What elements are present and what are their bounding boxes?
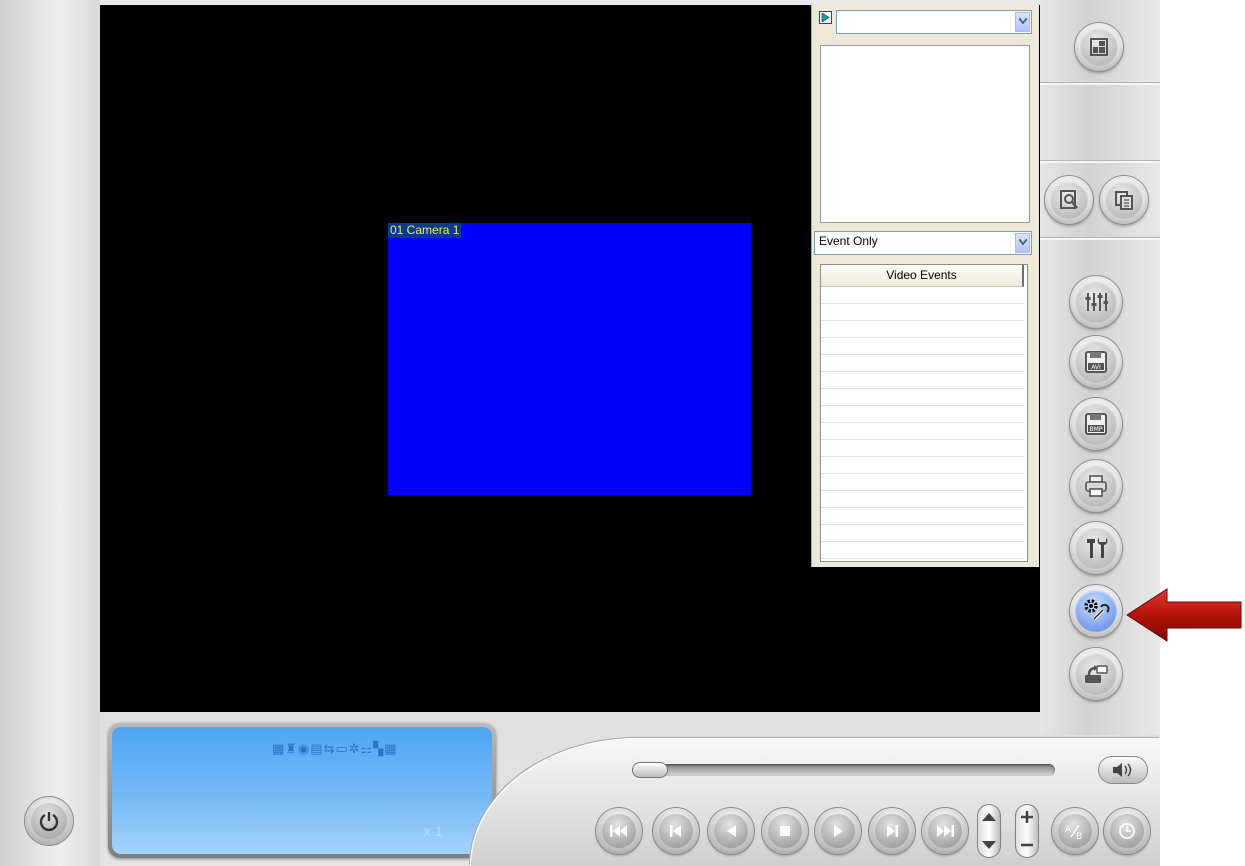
adjust-button[interactable] [1070, 276, 1122, 328]
toolbar-divider [1040, 237, 1160, 240]
settings-button[interactable] [1070, 585, 1122, 637]
sliders-icon [1085, 293, 1108, 311]
status-display: ▦♜◉▤⇆▭✲⚏▚▦ x 1 [108, 723, 496, 858]
source-combo[interactable] [836, 10, 1032, 34]
copy-icon [1115, 191, 1133, 210]
print-icon [1085, 475, 1107, 497]
gear-wrench-icon [1084, 599, 1110, 621]
ab-repeat-button[interactable]: AB [1052, 808, 1098, 854]
skip-last-icon [937, 825, 954, 837]
reverse-play-button[interactable] [708, 808, 754, 854]
stop-icon [780, 826, 790, 836]
step-back-icon [670, 825, 681, 837]
export-icon [1085, 665, 1108, 683]
toolbar-divider [1040, 160, 1160, 163]
save-bmp-icon: BMP [1085, 413, 1107, 435]
search-button[interactable] [1045, 176, 1093, 224]
video-events-header[interactable]: Video Events [821, 265, 1024, 287]
camera-label: 01 Camera 1 [388, 223, 462, 238]
arrow-up-icon [982, 813, 996, 821]
tools-button[interactable] [1070, 522, 1122, 574]
status-indicator-icons: ▦♜◉▤⇆▭✲⚏▚▦ [272, 742, 398, 757]
svg-text:A: A [1065, 825, 1072, 835]
step-forward-icon [887, 825, 898, 837]
stop-button[interactable] [762, 808, 808, 854]
export-button[interactable] [1070, 648, 1122, 700]
timeline-thumb[interactable] [632, 762, 668, 778]
playback-controls [470, 738, 1160, 866]
next-frame-button[interactable] [869, 808, 915, 854]
layout-button[interactable] [1075, 23, 1123, 71]
volume-button[interactable] [1098, 756, 1148, 784]
chevron-down-icon[interactable] [1015, 233, 1030, 253]
speed-updown-button[interactable] [977, 804, 1001, 858]
source-list[interactable] [820, 45, 1030, 223]
camera-view[interactable]: 01 Camera 1 [388, 223, 751, 495]
pointer-arrow-icon [1126, 588, 1242, 642]
svg-text:AVI: AVI [1091, 364, 1101, 371]
play-indicator-icon[interactable] [819, 11, 832, 24]
previous-frame-button[interactable] [653, 808, 699, 854]
play-icon [834, 825, 843, 837]
print-button[interactable] [1070, 460, 1122, 512]
first-frame-button[interactable] [596, 808, 642, 854]
tools-icon [1087, 538, 1108, 558]
toolbar-divider [1040, 82, 1160, 85]
chevron-down-icon[interactable] [1015, 12, 1030, 32]
time-search-button[interactable] [1104, 808, 1150, 854]
copy-button[interactable] [1100, 176, 1148, 224]
video-events-list[interactable]: Video Events [820, 264, 1028, 562]
reverse-icon [727, 825, 736, 837]
zoom-plusminus-button[interactable] [1015, 804, 1039, 858]
search-icon [1060, 190, 1078, 209]
save-bmp-button[interactable]: BMP [1070, 398, 1122, 450]
power-icon [39, 812, 59, 832]
ab-repeat-icon: AB [1065, 824, 1082, 840]
playback-speed: x 1 [424, 823, 443, 839]
save-avi-button[interactable]: AVI [1070, 336, 1122, 388]
skip-first-icon [610, 825, 627, 837]
last-frame-button[interactable] [922, 808, 968, 854]
minus-icon [1021, 843, 1033, 847]
timeline-slider[interactable] [632, 762, 1055, 778]
arrow-down-icon [982, 841, 996, 849]
svg-text:BMP: BMP [1090, 426, 1103, 433]
plus-icon [1021, 811, 1033, 823]
play-button[interactable] [815, 808, 861, 854]
power-button[interactable] [25, 797, 73, 845]
speaker-icon [1113, 763, 1132, 777]
filter-combo-value: Event Only [819, 234, 878, 248]
save-avi-icon: AVI [1085, 351, 1107, 373]
video-events-rows[interactable] [821, 287, 1024, 561]
svg-text:B: B [1076, 832, 1082, 840]
event-panel: Event Only Video Events [811, 5, 1039, 567]
filter-combo[interactable]: Event Only [814, 231, 1032, 255]
clock-icon [1119, 823, 1135, 839]
layout-icon [1090, 38, 1108, 56]
